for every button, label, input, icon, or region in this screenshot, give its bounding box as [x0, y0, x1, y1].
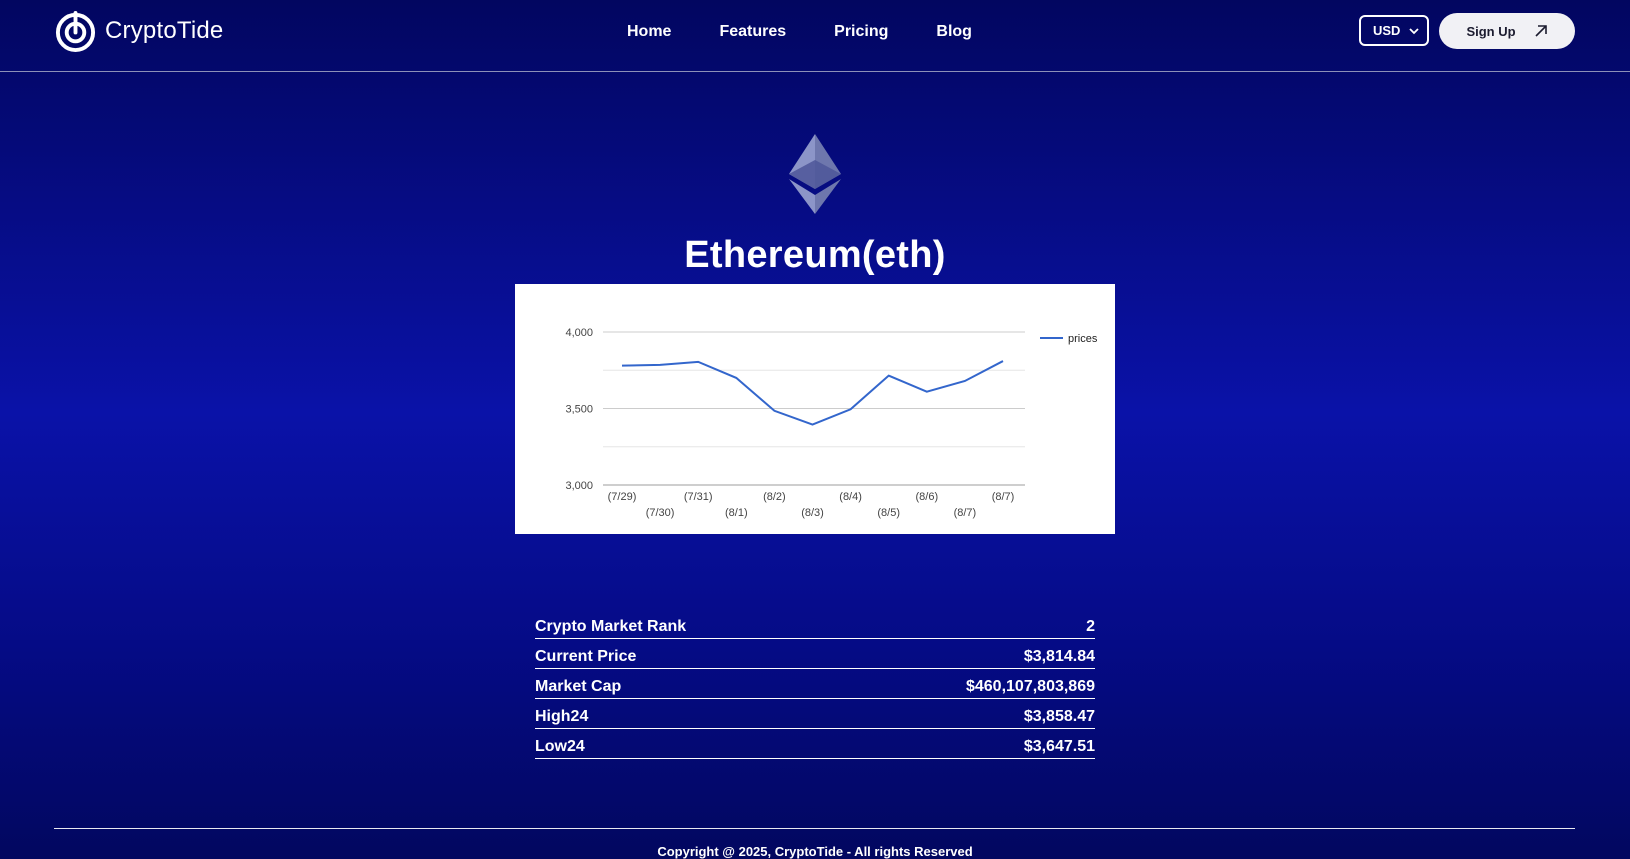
cryptotide-logo-icon — [55, 10, 96, 52]
x-tick-label: (8/3) — [801, 507, 824, 519]
x-tick-label: (8/1) — [725, 507, 748, 519]
chevron-down-icon — [1409, 27, 1419, 34]
footer-divider — [54, 828, 1575, 829]
x-tick-label: (8/4) — [839, 491, 862, 503]
y-tick-label: 3,000 — [565, 480, 593, 492]
price-chart: 3,000 3,500 4,000 (7/29) (7/30) (7/31) (8/1) (8… — [515, 284, 1115, 534]
footer-copyright: Copyright @ 2025, CryptoTide - All right… — [657, 844, 973, 859]
brand-logo[interactable]: CryptoTide — [54, 10, 223, 52]
currency-select[interactable]: USD — [1359, 15, 1429, 46]
stat-label: Crypto Market Rank — [535, 618, 687, 635]
stats-table: Crypto Market Rank 2 Current Price $3,81… — [535, 611, 1095, 761]
stat-row-current-price: Current Price $3,814.84 — [535, 641, 1095, 669]
nav-home[interactable]: Home — [627, 20, 671, 44]
x-tick-label: (8/2) — [763, 491, 786, 503]
stat-label: Low24 — [535, 738, 585, 755]
stat-value: $3,814.84 — [1023, 648, 1095, 665]
x-tick-label: (7/31) — [684, 491, 713, 503]
x-tick-label: (7/30) — [646, 507, 675, 519]
x-tick-label: (7/29) — [608, 491, 637, 503]
x-tick-label: (8/7) — [954, 507, 977, 519]
y-tick-label: 4,000 — [565, 327, 593, 339]
stat-label: Market Cap — [535, 678, 622, 695]
stat-label: High24 — [535, 708, 589, 725]
stat-row-low24: Low24 $3,647.51 — [535, 731, 1095, 759]
stat-row-high24: High24 $3,858.47 — [535, 701, 1095, 729]
navbar: CryptoTide Home Features Pricing Blog US… — [0, 0, 1630, 72]
stat-value: $3,858.47 — [1023, 708, 1095, 725]
main-nav: Home Features Pricing Blog — [627, 20, 1020, 44]
x-tick-label: (8/7) — [992, 491, 1015, 503]
price-chart-svg: 3,000 3,500 4,000 (7/29) (7/30) (7/31) (8/1) (8… — [565, 327, 1098, 519]
nav-features[interactable]: Features — [719, 20, 786, 44]
y-tick-label: 3,500 — [565, 404, 593, 416]
stat-row-market-rank: Crypto Market Rank 2 — [535, 611, 1095, 639]
nav-pricing[interactable]: Pricing — [834, 20, 888, 44]
stat-value: $460,107,803,869 — [965, 678, 1095, 695]
legend-label: prices — [1068, 333, 1098, 345]
signup-label: Sign Up — [1466, 23, 1516, 39]
x-tick-label: (8/6) — [915, 491, 938, 503]
stat-value: $3,647.51 — [1023, 738, 1095, 755]
x-tick-label: (8/5) — [877, 507, 900, 519]
ethereum-logo-icon — [789, 134, 841, 214]
arrow-up-right-icon — [1534, 25, 1547, 37]
nav-blog[interactable]: Blog — [936, 20, 972, 44]
stat-label: Current Price — [535, 648, 637, 665]
coin-title: Ethereum(eth) — [684, 234, 946, 276]
currency-value: USD — [1373, 23, 1401, 38]
stat-row-market-cap: Market Cap $460,107,803,869 — [535, 671, 1095, 699]
brand-name: CryptoTide — [105, 17, 224, 44]
signup-button[interactable]: Sign Up — [1439, 13, 1575, 49]
stat-value: 2 — [1086, 618, 1095, 635]
